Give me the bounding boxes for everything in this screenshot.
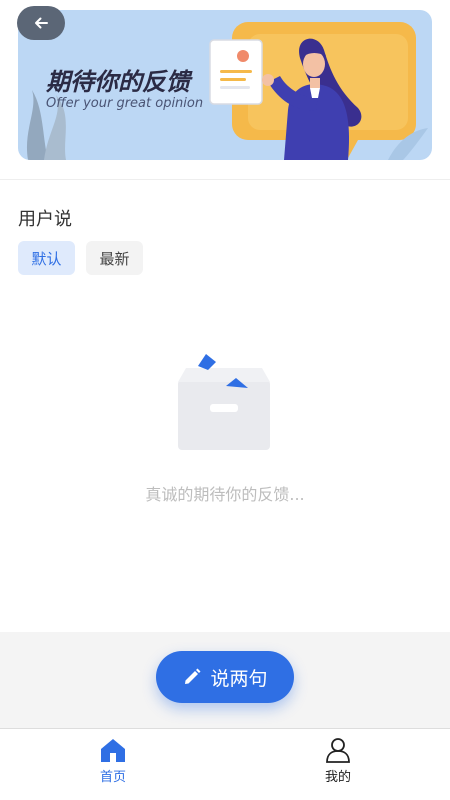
say-button[interactable]: 说两句 <box>156 651 294 703</box>
tabbar-item-home[interactable]: 首页 <box>53 737 173 793</box>
empty-box-icon <box>178 354 270 450</box>
tabbar-item-label: 首页 <box>99 770 126 785</box>
banner-subtitle: Offer your great opinion <box>46 96 204 111</box>
feedback-banner: 期待你的反馈 Offer your great opinion <box>18 10 432 160</box>
empty-box-illustration <box>176 352 276 456</box>
bottom-tabbar: 首页 我的 <box>0 728 450 800</box>
banner-title: 期待你的反馈 <box>46 68 190 96</box>
tabbar-item-mine[interactable]: 我的 <box>278 737 398 793</box>
tab-latest[interactable]: 最新 <box>86 241 143 275</box>
tabbar-item-label: 我的 <box>324 770 351 785</box>
say-button-label: 说两句 <box>210 667 268 690</box>
section-title: 用户说 <box>18 209 72 230</box>
back-button[interactable] <box>17 6 65 40</box>
arrow-left-icon <box>35 17 48 29</box>
empty-state-text: 真诚的期待你的反馈... <box>145 485 305 504</box>
feedback-page: 期待你的反馈 Offer your great opinion 用户说 默认 最… <box>0 0 450 800</box>
tab-default[interactable]: 默认 <box>18 241 75 275</box>
user-icon <box>326 738 350 763</box>
pencil-icon <box>185 668 201 684</box>
home-icon <box>101 739 125 762</box>
divider <box>0 179 450 180</box>
